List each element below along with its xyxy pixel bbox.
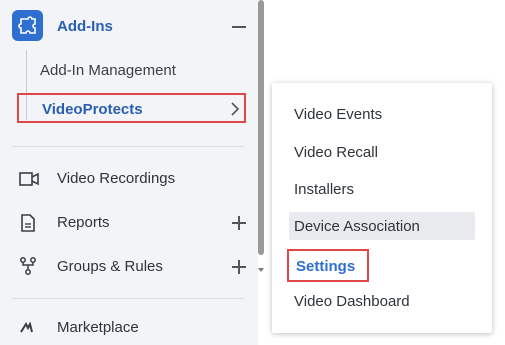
submenu-item-video-events[interactable]: Video Events: [294, 106, 382, 123]
hierarchy-icon: [20, 257, 36, 275]
sidebar-item-video-recordings[interactable]: Video Recordings: [57, 170, 175, 187]
addin-management-link[interactable]: Add-In Management: [40, 62, 176, 79]
sidebar-item-reports[interactable]: Reports: [57, 214, 110, 231]
sidebar-item-groups-rules[interactable]: Groups & Rules: [57, 258, 163, 275]
sidebar-divider: [12, 146, 244, 147]
videoprotects-item[interactable]: VideoProtects: [17, 93, 246, 123]
submenu-item-settings[interactable]: Settings: [287, 249, 369, 282]
sidebar-scrollbar[interactable]: [258, 0, 264, 275]
chevron-right-icon: [231, 102, 240, 116]
marketplace-icon: [20, 322, 33, 333]
collapse-minus-icon[interactable]: [232, 26, 246, 28]
addins-label[interactable]: Add-Ins: [57, 18, 113, 35]
submenu-item-video-recall[interactable]: Video Recall: [294, 144, 378, 161]
scrollbar-thumb[interactable]: [258, 0, 264, 255]
groups-expand-plus-icon[interactable]: [232, 260, 246, 274]
videoprotects-submenu: Video Events Video Recall Installers Dev…: [272, 83, 492, 333]
scroll-down-arrow-icon[interactable]: [258, 268, 264, 272]
document-icon: [21, 214, 35, 232]
puzzle-icon[interactable]: [12, 10, 43, 41]
sidebar: Add-Ins Add-In Management VideoProtects …: [0, 0, 258, 345]
sidebar-item-marketplace[interactable]: Marketplace: [57, 319, 139, 336]
submenu-item-video-dashboard[interactable]: Video Dashboard: [294, 293, 410, 310]
settings-label: Settings: [296, 258, 356, 275]
videoprotects-label: VideoProtects: [42, 101, 143, 118]
reports-expand-plus-icon[interactable]: [232, 216, 246, 230]
submenu-item-device-association[interactable]: Device Association: [294, 218, 420, 235]
sidebar-divider: [12, 298, 244, 299]
video-camera-icon: [19, 172, 39, 186]
submenu-item-installers[interactable]: Installers: [294, 181, 354, 198]
